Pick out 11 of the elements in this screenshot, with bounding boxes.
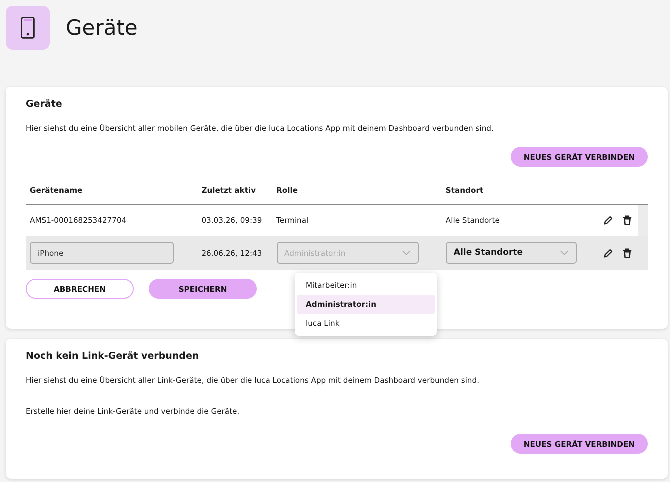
page-title: Geräte [66,16,138,40]
trash-icon[interactable] [622,215,633,226]
card-title: Noch kein Link-Gerät verbunden [26,351,200,362]
trash-icon[interactable] [622,248,633,258]
card-title: Geräte [26,99,64,110]
location-select[interactable]: Alle Standorte [446,242,577,264]
chevron-icon [560,250,569,256]
pencil-icon[interactable] [602,215,614,226]
pencil-icon[interactable] [602,248,614,258]
phone-icon [21,17,35,39]
chevron-icon [402,250,411,256]
